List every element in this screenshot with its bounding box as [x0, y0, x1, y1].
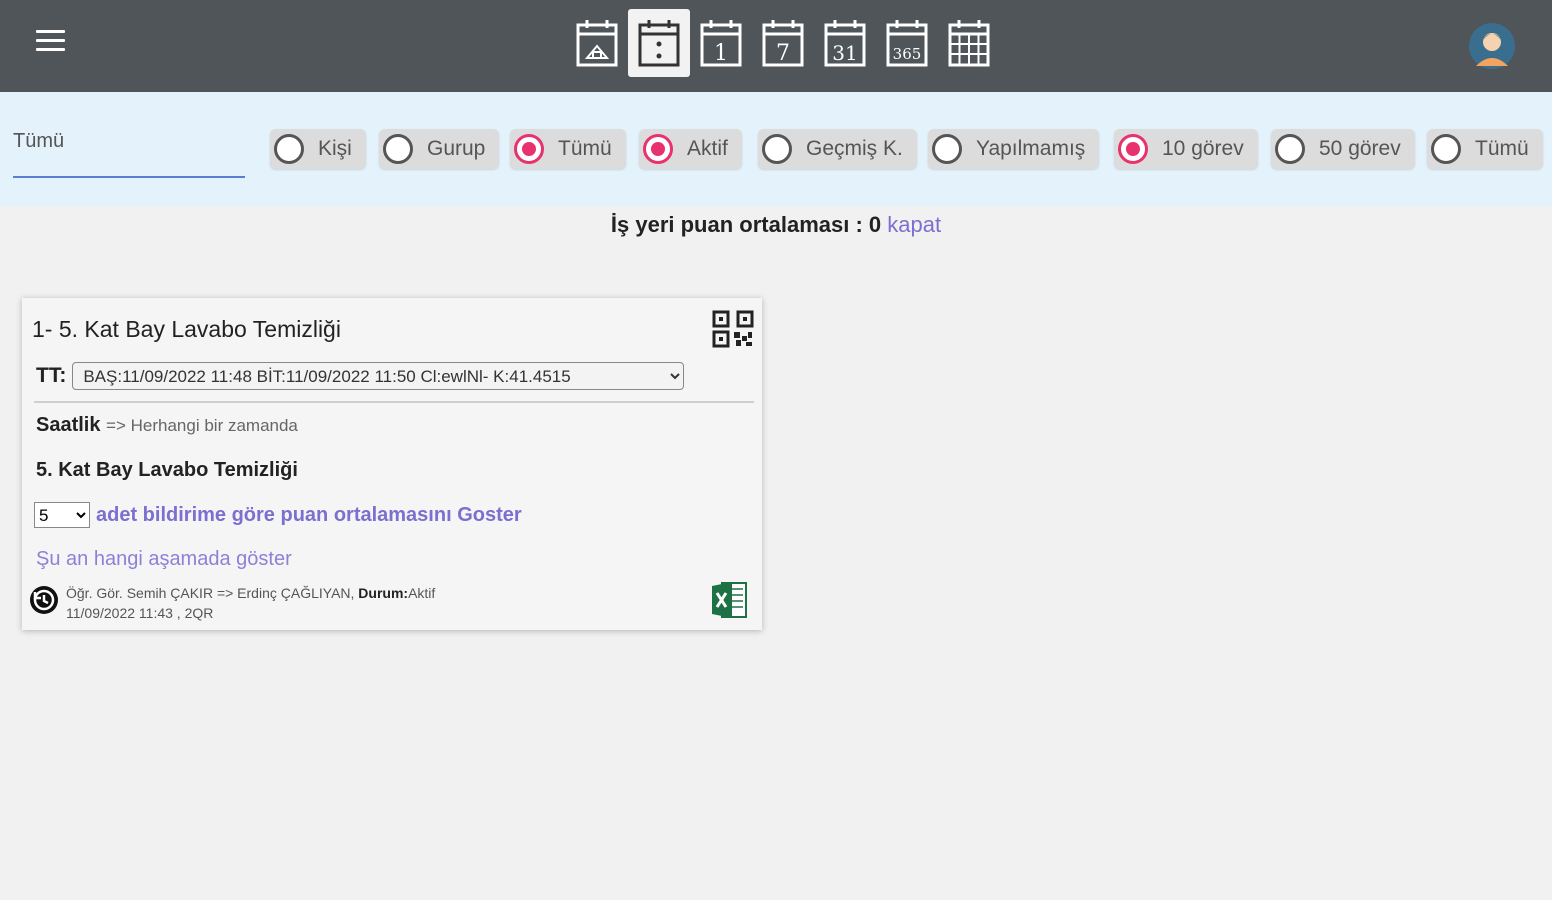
tt-row: TT: BAŞ:11/09/2022 11:48 BİT:11/09/2022 … — [36, 362, 685, 390]
history-icon[interactable] — [28, 584, 60, 616]
calendar-year-icon[interactable]: 365 — [876, 9, 938, 77]
radio-circle[interactable] — [932, 134, 962, 164]
search-field-wrap — [13, 126, 245, 180]
radio-label: 10 görev — [1162, 137, 1244, 160]
excel-icon[interactable] — [710, 580, 748, 620]
calendar-day-icon[interactable]: 1 — [690, 9, 752, 77]
average-count-select[interactable]: 5 — [34, 502, 90, 528]
radio-circle[interactable] — [383, 134, 413, 164]
top-bar: 1 7 31 365 — [0, 0, 1552, 92]
radio-label: Yapılmamış — [976, 137, 1086, 160]
radio-label: Aktif — [687, 137, 728, 160]
radio-kisi[interactable]: Kişi — [270, 129, 366, 169]
radio-gurup[interactable]: Gurup — [379, 129, 500, 169]
radio-label: Kişi — [318, 137, 352, 160]
qr-code-icon[interactable] — [712, 310, 754, 348]
task-type-desc: => Herhangi bir zamanda — [106, 416, 298, 435]
calendar-week-icon[interactable]: 7 — [752, 9, 814, 77]
divider — [34, 401, 754, 403]
radio-circle[interactable] — [1431, 134, 1461, 164]
radio-tumu-count[interactable]: Tümü — [1427, 129, 1543, 169]
svg-text:7: 7 — [776, 41, 790, 66]
svg-text:365: 365 — [893, 45, 922, 63]
radio-circle[interactable] — [762, 134, 792, 164]
task-meta: Öğr. Gör. Semih ÇAKIR => Erdinç ÇAĞLIYAN… — [66, 583, 435, 623]
radio-10-gorev[interactable]: 10 görev — [1114, 129, 1258, 169]
radio-circle[interactable] — [1118, 134, 1148, 164]
task-card-title: 1- 5. Kat Bay Lavabo Temizliği — [32, 316, 341, 342]
calendar-dots-icon[interactable] — [628, 9, 690, 77]
average-row: 5 adet bildirime göre puan ortalamasını … — [34, 502, 522, 528]
workplace-score-label: İş yeri puan ortalaması : 0 — [610, 212, 882, 237]
radio-label: Gurup — [427, 137, 486, 160]
radio-tumu-scope[interactable]: Tümü — [510, 129, 626, 169]
radio-circle[interactable] — [514, 134, 544, 164]
close-link[interactable]: kapat — [887, 212, 941, 237]
task-type-label: Saatlik — [36, 414, 101, 436]
hamburger-icon[interactable] — [36, 30, 66, 54]
task-name: 5. Kat Bay Lavabo Temizliği — [36, 459, 298, 481]
calendar-view-switcher: 1 7 31 365 — [566, 8, 1000, 78]
calendar-month-icon[interactable]: 31 — [814, 9, 876, 77]
svg-text:1: 1 — [714, 41, 728, 66]
task-card: 1- 5. Kat Bay Lavabo Temizliği TT: BAŞ:1… — [22, 298, 762, 630]
task-meta-status-value: Aktif — [408, 585, 436, 601]
radio-label: Geçmiş K. — [806, 137, 903, 160]
radio-gecmis[interactable]: Geçmiş K. — [758, 129, 917, 169]
search-input[interactable] — [13, 126, 245, 178]
radio-label: Tümü — [1475, 137, 1529, 160]
calendar-grid-icon[interactable] — [938, 9, 1000, 77]
task-meta-status-label: Durum: — [358, 585, 409, 601]
tt-label: TT: — [36, 364, 67, 387]
tt-select[interactable]: BAŞ:11/09/2022 11:48 BİT:11/09/2022 11:5… — [72, 362, 685, 390]
show-stage-link[interactable]: Şu an hangi aşamada göster — [36, 548, 292, 571]
task-meta-time: 11/09/2022 11:43 , 2QR — [66, 605, 214, 621]
radio-label: Tümü — [558, 137, 612, 160]
show-average-link[interactable]: adet bildirime göre puan ortalamasını Go… — [96, 504, 522, 527]
svg-text:31: 31 — [832, 41, 857, 65]
radio-circle[interactable] — [1275, 134, 1305, 164]
task-meta-people: Öğr. Gör. Semih ÇAKIR => Erdinç ÇAĞLIYAN… — [66, 585, 355, 601]
task-type: Saatlik => Herhangi bir zamanda — [36, 414, 298, 437]
radio-aktif[interactable]: Aktif — [639, 129, 742, 169]
calendar-home-icon[interactable] — [566, 9, 628, 77]
radio-circle[interactable] — [274, 134, 304, 164]
radio-label: 50 görev — [1319, 137, 1401, 160]
radio-yapilmamis[interactable]: Yapılmamış — [928, 129, 1100, 169]
radio-circle[interactable] — [643, 134, 673, 164]
task-meta-line-1: Öğr. Gör. Semih ÇAKIR => Erdinç ÇAĞLIYAN… — [66, 583, 435, 603]
radio-50-gorev[interactable]: 50 görev — [1271, 129, 1415, 169]
workplace-score: İş yeri puan ortalaması : 0 kapat — [0, 212, 1552, 238]
user-avatar-icon[interactable] — [1468, 22, 1516, 70]
